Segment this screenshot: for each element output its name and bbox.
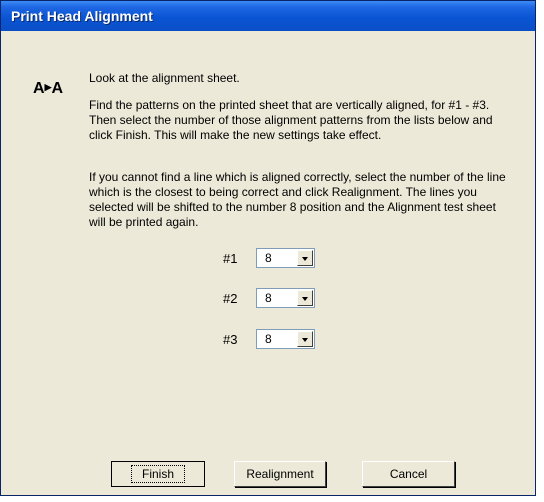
cancel-button[interactable]: Cancel xyxy=(362,461,455,487)
pattern-label-3: #3 xyxy=(223,331,238,347)
window-title: Print Head Alignment xyxy=(11,8,153,24)
pattern-3-value: 8 xyxy=(265,332,272,346)
pattern-2-select[interactable]: 8 xyxy=(256,288,315,308)
pattern-label-1: #1 xyxy=(223,250,238,266)
pattern-label-2: #2 xyxy=(223,290,238,306)
pattern-row-1: #1 8 xyxy=(223,246,315,270)
chevron-down-icon[interactable] xyxy=(297,290,313,306)
alignment-icon: A▶A xyxy=(33,80,63,97)
chevron-down-icon[interactable] xyxy=(297,331,313,347)
pattern-1-value: 8 xyxy=(265,251,272,265)
instruction-paragraph-3: If you cannot find a line which is align… xyxy=(89,170,506,229)
title-bar: Print Head Alignment xyxy=(1,1,535,31)
pattern-2-value: 8 xyxy=(265,291,272,305)
instruction-paragraph-2: Find the patterns on the printed sheet t… xyxy=(89,98,493,142)
finish-button[interactable]: Finish xyxy=(111,461,205,487)
pattern-3-select[interactable]: 8 xyxy=(256,329,315,349)
pattern-1-select[interactable]: 8 xyxy=(256,248,315,268)
pattern-row-2: #2 8 xyxy=(223,286,315,310)
print-head-alignment-dialog: Print Head Alignment A▶A Look at the ali… xyxy=(0,0,536,496)
instruction-line-1: Look at the alignment sheet. xyxy=(89,71,240,85)
realignment-button[interactable]: Realignment xyxy=(234,461,326,487)
pattern-row-3: #3 8 xyxy=(223,327,315,351)
chevron-down-icon[interactable] xyxy=(297,250,313,266)
